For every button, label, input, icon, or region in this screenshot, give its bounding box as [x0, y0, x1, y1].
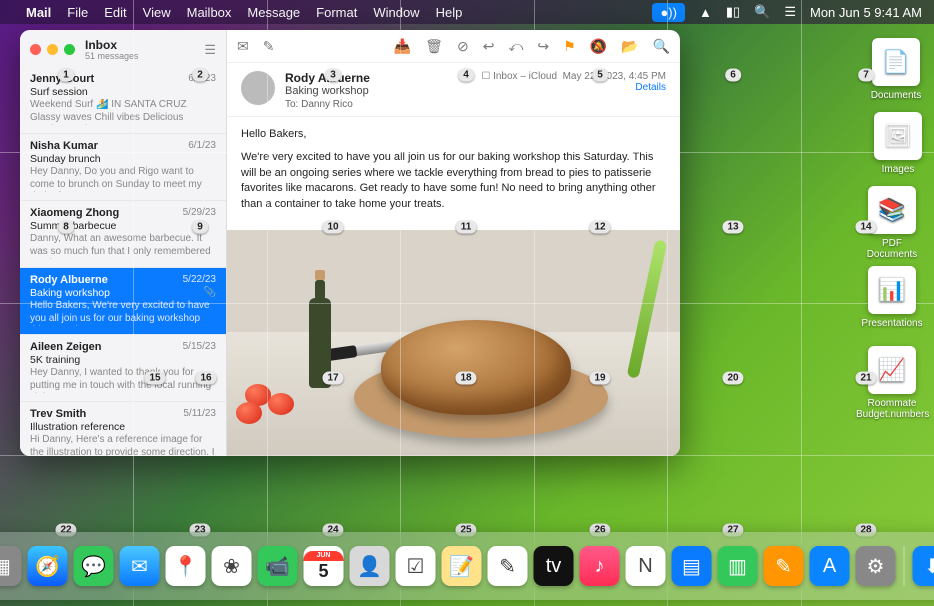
dock-tv[interactable]: tv — [534, 546, 574, 586]
mail-toolbar: ✉︎ ✎ 📥 🗑 ⊘ ↩︎ ⤺ ↪︎ ⚑ 🔕 📂 🔍 — [227, 30, 680, 63]
dock-appstore[interactable]: A — [810, 546, 850, 586]
dock-calendar[interactable]: JUN5 — [304, 546, 344, 586]
message-image — [227, 230, 680, 456]
dock-safari[interactable]: 🧭 — [28, 546, 68, 586]
header-mailbox: ☐ Inbox – iCloud — [481, 71, 557, 82]
reply-icon[interactable]: ↩︎ — [483, 38, 495, 55]
dock-facetime[interactable]: 📹 — [258, 546, 298, 586]
header-to: To: Danny Rico — [285, 99, 370, 110]
message-row[interactable]: Jenny Court6/3/23Surf sessionWeekend Sur… — [20, 67, 226, 134]
clock[interactable]: Mon Jun 5 9:41 AM — [810, 5, 922, 20]
trash-icon[interactable]: 🗑 — [425, 38, 443, 55]
control-center-icon[interactable]: ☰ — [784, 4, 796, 20]
dock-keynote[interactable]: ▤ — [672, 546, 712, 586]
message-row[interactable]: Nisha Kumar6/1/23Sunday brunchHey Danny,… — [20, 134, 226, 201]
forward-icon[interactable]: ↪︎ — [537, 38, 549, 55]
menu-edit[interactable]: Edit — [104, 5, 126, 20]
message-header: Rody Albuerne Baking workshop To: Danny … — [227, 63, 680, 117]
grid-label-13: 13 — [722, 221, 743, 234]
dock-notes[interactable]: 📝 — [442, 546, 482, 586]
dock-news[interactable]: N — [626, 546, 666, 586]
grid-label-6: 6 — [725, 69, 741, 82]
dock[interactable]: 🙂▦🧭💬✉︎📍❀📹JUN5👤☑︎📝✎tv♪N▤▥✎A⚙︎⬇︎🗑 — [0, 532, 934, 600]
header-subject: Baking workshop — [285, 85, 370, 97]
dock-launchpad[interactable]: ▦ — [0, 546, 22, 586]
body-paragraph: We're very excited to have you all join … — [241, 150, 666, 212]
minimize-button[interactable] — [47, 44, 58, 55]
message-row[interactable]: Rody Albuerne5/22/23Baking workshop📎Hell… — [20, 268, 226, 335]
dock-messages[interactable]: 💬 — [74, 546, 114, 586]
message-body: Hello Bakers, We're very excited to have… — [227, 117, 680, 230]
grid-label-20: 20 — [722, 372, 743, 385]
message-row[interactable]: Aileen Zeigen5/15/235K trainingHey Danny… — [20, 335, 226, 402]
flag-icon[interactable]: ⚑ — [563, 38, 576, 55]
mute-icon[interactable]: 🔕 — [590, 38, 607, 55]
compose-icon[interactable]: ✎ — [263, 38, 275, 55]
menu-mailbox[interactable]: Mailbox — [187, 5, 232, 20]
battery-icon[interactable]: ▮▯ — [726, 4, 740, 20]
menu-view[interactable]: View — [143, 5, 171, 20]
desktop-roommate-budget-numbers[interactable]: 📈Roommate Budget.numbers — [856, 346, 928, 420]
mail-window: Inbox 51 messages ☰ Jenny Court6/3/23Sur… — [20, 30, 680, 456]
message-row[interactable]: Xiaomeng Zhong5/29/23Summer barbecueDann… — [20, 201, 226, 268]
dock-freeform[interactable]: ✎ — [488, 546, 528, 586]
dock-mail[interactable]: ✉︎ — [120, 546, 160, 586]
header-timestamp: May 22, 2023, 4:45 PM — [563, 71, 666, 82]
menu-format[interactable]: Format — [316, 5, 357, 20]
dock-music[interactable]: ♪ — [580, 546, 620, 586]
wifi-icon[interactable]: ▲ — [699, 5, 712, 20]
siri-icon[interactable]: ●)) — [652, 3, 685, 22]
menu-app[interactable]: Mail — [26, 5, 51, 20]
menu-window[interactable]: Window — [373, 5, 419, 20]
desktop-presentations[interactable]: 📊Presentations — [856, 266, 928, 329]
filter-icon[interactable]: ☰ — [204, 42, 216, 58]
search-icon[interactable]: 🔍 — [653, 38, 670, 55]
archive-icon[interactable]: 📥 — [394, 38, 411, 55]
dock-settings[interactable]: ⚙︎ — [856, 546, 896, 586]
inbox-count: 51 messages — [85, 51, 139, 61]
junk-icon[interactable]: ⊘ — [457, 38, 469, 55]
desktop-documents[interactable]: 📄Documents — [860, 38, 932, 101]
dock-maps[interactable]: 📍 — [166, 546, 206, 586]
details-link[interactable]: Details — [635, 82, 666, 93]
message-list[interactable]: Jenny Court6/3/23Surf sessionWeekend Sur… — [20, 67, 226, 456]
close-button[interactable] — [30, 44, 41, 55]
sender-avatar[interactable] — [241, 71, 275, 105]
message-list-pane: Inbox 51 messages ☰ Jenny Court6/3/23Sur… — [20, 30, 227, 456]
read-icon[interactable]: ✉︎ — [237, 38, 249, 55]
message-pane: ✉︎ ✎ 📥 🗑 ⊘ ↩︎ ⤺ ↪︎ ⚑ 🔕 📂 🔍 Rody Albuerne… — [227, 30, 680, 456]
inbox-title: Inbox — [85, 38, 139, 52]
dock-photos[interactable]: ❀ — [212, 546, 252, 586]
move-icon[interactable]: 📂 — [621, 38, 638, 55]
menu-file[interactable]: File — [67, 5, 88, 20]
dock-contacts[interactable]: 👤 — [350, 546, 390, 586]
menu-help[interactable]: Help — [436, 5, 463, 20]
dock-pages[interactable]: ✎ — [764, 546, 804, 586]
reply-all-icon[interactable]: ⤺ — [508, 38, 523, 55]
desktop-images[interactable]: 🖼Images — [862, 112, 934, 175]
body-greeting: Hello Bakers, — [241, 127, 666, 142]
menu-message[interactable]: Message — [247, 5, 300, 20]
dock-reminders[interactable]: ☑︎ — [396, 546, 436, 586]
desktop-pdf-documents[interactable]: 📚PDF Documents — [856, 186, 928, 260]
window-controls[interactable] — [30, 44, 75, 55]
dock-downloads[interactable]: ⬇︎ — [913, 546, 934, 586]
zoom-button[interactable] — [64, 44, 75, 55]
menubar: Mail File Edit View Mailbox Message Form… — [0, 0, 934, 24]
dock-numbers[interactable]: ▥ — [718, 546, 758, 586]
header-from: Rody Albuerne — [285, 71, 370, 85]
spotlight-icon[interactable]: 🔍 — [754, 4, 770, 20]
message-row[interactable]: Trev Smith5/11/23Illustration referenceH… — [20, 402, 226, 456]
